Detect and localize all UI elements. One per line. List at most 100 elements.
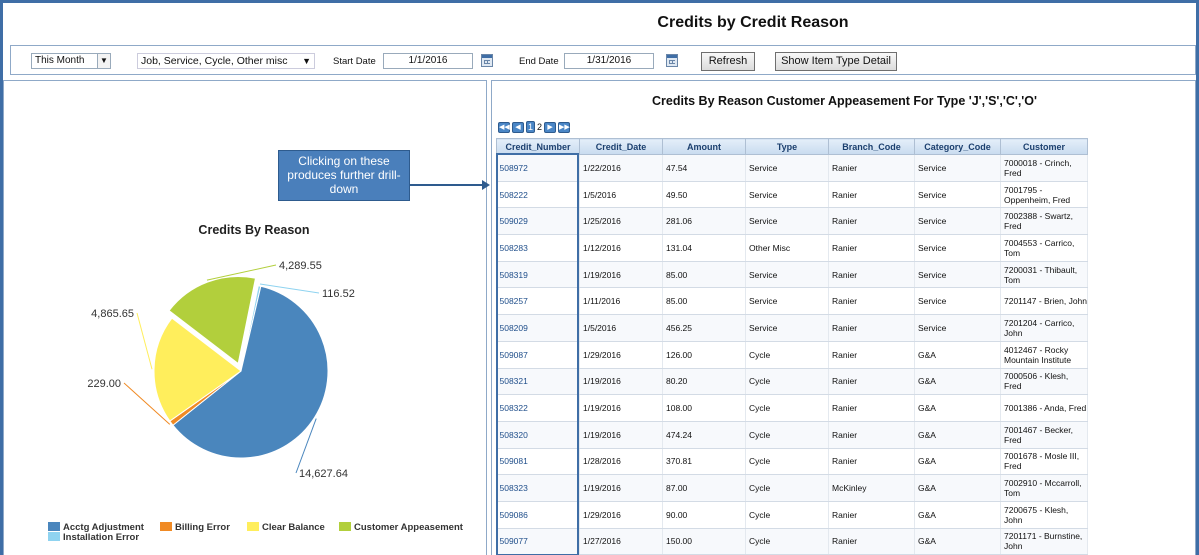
- data-label: 116.52: [322, 288, 355, 300]
- table-cell: Cycle: [745, 528, 829, 555]
- calendar-icon[interactable]: [666, 54, 678, 67]
- table-cell: Service: [914, 154, 1001, 182]
- table-cell: Ranier: [828, 261, 915, 289]
- column-header-category-code[interactable]: Category_Code: [914, 138, 1001, 155]
- table-cell: 85.00: [662, 261, 746, 289]
- table-cell: Ranier: [828, 314, 915, 342]
- table-cell: Cycle: [745, 448, 829, 476]
- column-header-type[interactable]: Type: [745, 138, 829, 155]
- legend-swatch[interactable]: [247, 522, 259, 531]
- table-row: 509087 1/29/2016 126.00 Cycle Ranier G&A 40124…: [496, 341, 1088, 369]
- table-cell: Ranier: [828, 341, 915, 369]
- calendar-icon[interactable]: [481, 54, 493, 67]
- table-cell: Service: [745, 154, 829, 182]
- start-date-input[interactable]: 1/1/2016: [383, 53, 473, 69]
- table-cell: Ranier: [828, 501, 915, 529]
- table-cell: 1/11/2016: [579, 287, 663, 316]
- legend-swatch[interactable]: [160, 522, 172, 531]
- table-cell: McKinley: [828, 474, 915, 502]
- show-item-type-detail-button[interactable]: Show Item Type Detail: [775, 52, 897, 71]
- table-cell: Cycle: [745, 368, 829, 396]
- table-cell: G&A: [914, 474, 1001, 502]
- pager: ◀◀ ◀ 1 2 ▶ ▶▶: [498, 121, 572, 133]
- table-cell: 7200031 - Thibault, Tom: [1000, 261, 1088, 289]
- table-cell: Ranier: [828, 368, 915, 396]
- column-header-customer[interactable]: Customer: [1000, 138, 1088, 155]
- table-cell: 1/5/2016: [579, 181, 663, 209]
- last-page-icon[interactable]: ▶▶: [558, 121, 571, 133]
- chevron-down-icon[interactable]: ▼: [97, 54, 110, 68]
- credit-number-highlight: [496, 153, 579, 555]
- table-cell: Service: [745, 287, 829, 316]
- table-cell: Ranier: [828, 448, 915, 476]
- table-cell: Ranier: [828, 421, 915, 449]
- end-date-input[interactable]: 1/31/2016: [564, 53, 654, 69]
- table-cell: 1/28/2016: [579, 448, 663, 476]
- table-cell: Cycle: [745, 474, 829, 502]
- table-panel: Credits By Reason Customer Appeasement F…: [491, 80, 1196, 555]
- table-cell: 474.24: [662, 421, 746, 449]
- table-cell: 150.00: [662, 528, 746, 555]
- table-cell: 281.06: [662, 207, 746, 236]
- table-cell: 370.81: [662, 448, 746, 476]
- table-cell: 126.00: [662, 341, 746, 369]
- refresh-button[interactable]: Refresh: [701, 52, 755, 71]
- prev-page-icon[interactable]: ◀: [512, 121, 524, 133]
- table-cell: 7000018 - Crinch, Fred: [1000, 154, 1088, 182]
- table-row: 508283 1/12/2016 131.04 Other Misc Ranier Ser…: [496, 234, 1088, 262]
- legend-label[interactable]: Billing Error: [175, 522, 230, 533]
- table-cell: Ranier: [828, 181, 915, 209]
- table-cell: 1/19/2016: [579, 394, 663, 422]
- table-row: 509029 1/25/2016 281.06 Service Ranier Servic…: [496, 207, 1088, 236]
- legend-swatch[interactable]: [48, 532, 60, 541]
- table-row: 508209 1/5/2016 456.25 Service Ranier Service…: [496, 314, 1088, 342]
- pie-chart: Credits By Reason 116.52 14,627.64 229.00 4…: [48, 223, 464, 543]
- table-cell: Ranier: [828, 287, 915, 316]
- table-cell: 1/12/2016: [579, 234, 663, 262]
- table-cell: Ranier: [828, 528, 915, 555]
- legend-label[interactable]: Customer Appeasement: [354, 522, 464, 533]
- table-cell: Service: [745, 261, 829, 289]
- page-title: Credits by Credit Reason: [657, 14, 849, 31]
- table-cell: 1/19/2016: [579, 421, 663, 449]
- data-label: 4,865.65: [91, 308, 134, 320]
- drill-down-callout: Clicking on these produces further drill…: [278, 150, 410, 201]
- table-cell: G&A: [914, 528, 1001, 555]
- table-cell: 7201204 - Carrico, John: [1000, 314, 1088, 342]
- table-cell: Ranier: [828, 394, 915, 422]
- table-cell: Service: [745, 181, 829, 209]
- table-cell: 1/29/2016: [579, 501, 663, 529]
- table-row: 508972 1/22/2016 47.54 Service Ranier Service…: [496, 154, 1088, 182]
- dropdown-arrow-icon[interactable]: ▼: [302, 55, 311, 67]
- table-cell: Service: [914, 261, 1001, 289]
- table-cell: 7001467 - Becker, Fred: [1000, 421, 1088, 449]
- column-header-credit-date[interactable]: Credit_Date: [579, 138, 663, 155]
- title-bar: Credits by Credit Reason: [3, 3, 1196, 43]
- column-header-branch-code[interactable]: Branch_Code: [828, 138, 915, 155]
- page-2[interactable]: 2: [537, 122, 542, 132]
- type-filter-select[interactable]: Job, Service, Cycle, Other misc ▼: [137, 53, 315, 69]
- legend-label[interactable]: Installation Error: [63, 532, 139, 543]
- legend-swatch[interactable]: [339, 522, 351, 531]
- table-cell: 47.54: [662, 154, 746, 182]
- table-cell: Other Misc: [745, 234, 829, 262]
- table-cell: G&A: [914, 368, 1001, 396]
- first-page-icon[interactable]: ◀◀: [498, 121, 510, 133]
- table-row: 508321 1/19/2016 80.20 Cycle Ranier G&A 700050…: [496, 368, 1088, 396]
- legend-label[interactable]: Clear Balance: [262, 522, 325, 533]
- period-select[interactable]: This Month ▼: [31, 53, 111, 69]
- next-page-icon[interactable]: ▶: [544, 121, 557, 133]
- table-cell: 7004553 - Carrico, Tom: [1000, 234, 1088, 262]
- table-cell: 456.25: [662, 314, 746, 342]
- data-label: 4,289.55: [279, 260, 322, 272]
- column-header-amount[interactable]: Amount: [662, 138, 746, 155]
- start-date-label: Start Date: [333, 56, 376, 67]
- page-1[interactable]: 1: [526, 121, 536, 133]
- table-cell: Service: [745, 207, 829, 236]
- table-cell: Ranier: [828, 234, 915, 262]
- table-cell: G&A: [914, 394, 1001, 422]
- end-date-label: End Date: [519, 56, 559, 67]
- table-cell: 87.00: [662, 474, 746, 502]
- legend-swatch[interactable]: [48, 522, 60, 531]
- chart-title: Credits By Reason: [198, 223, 309, 237]
